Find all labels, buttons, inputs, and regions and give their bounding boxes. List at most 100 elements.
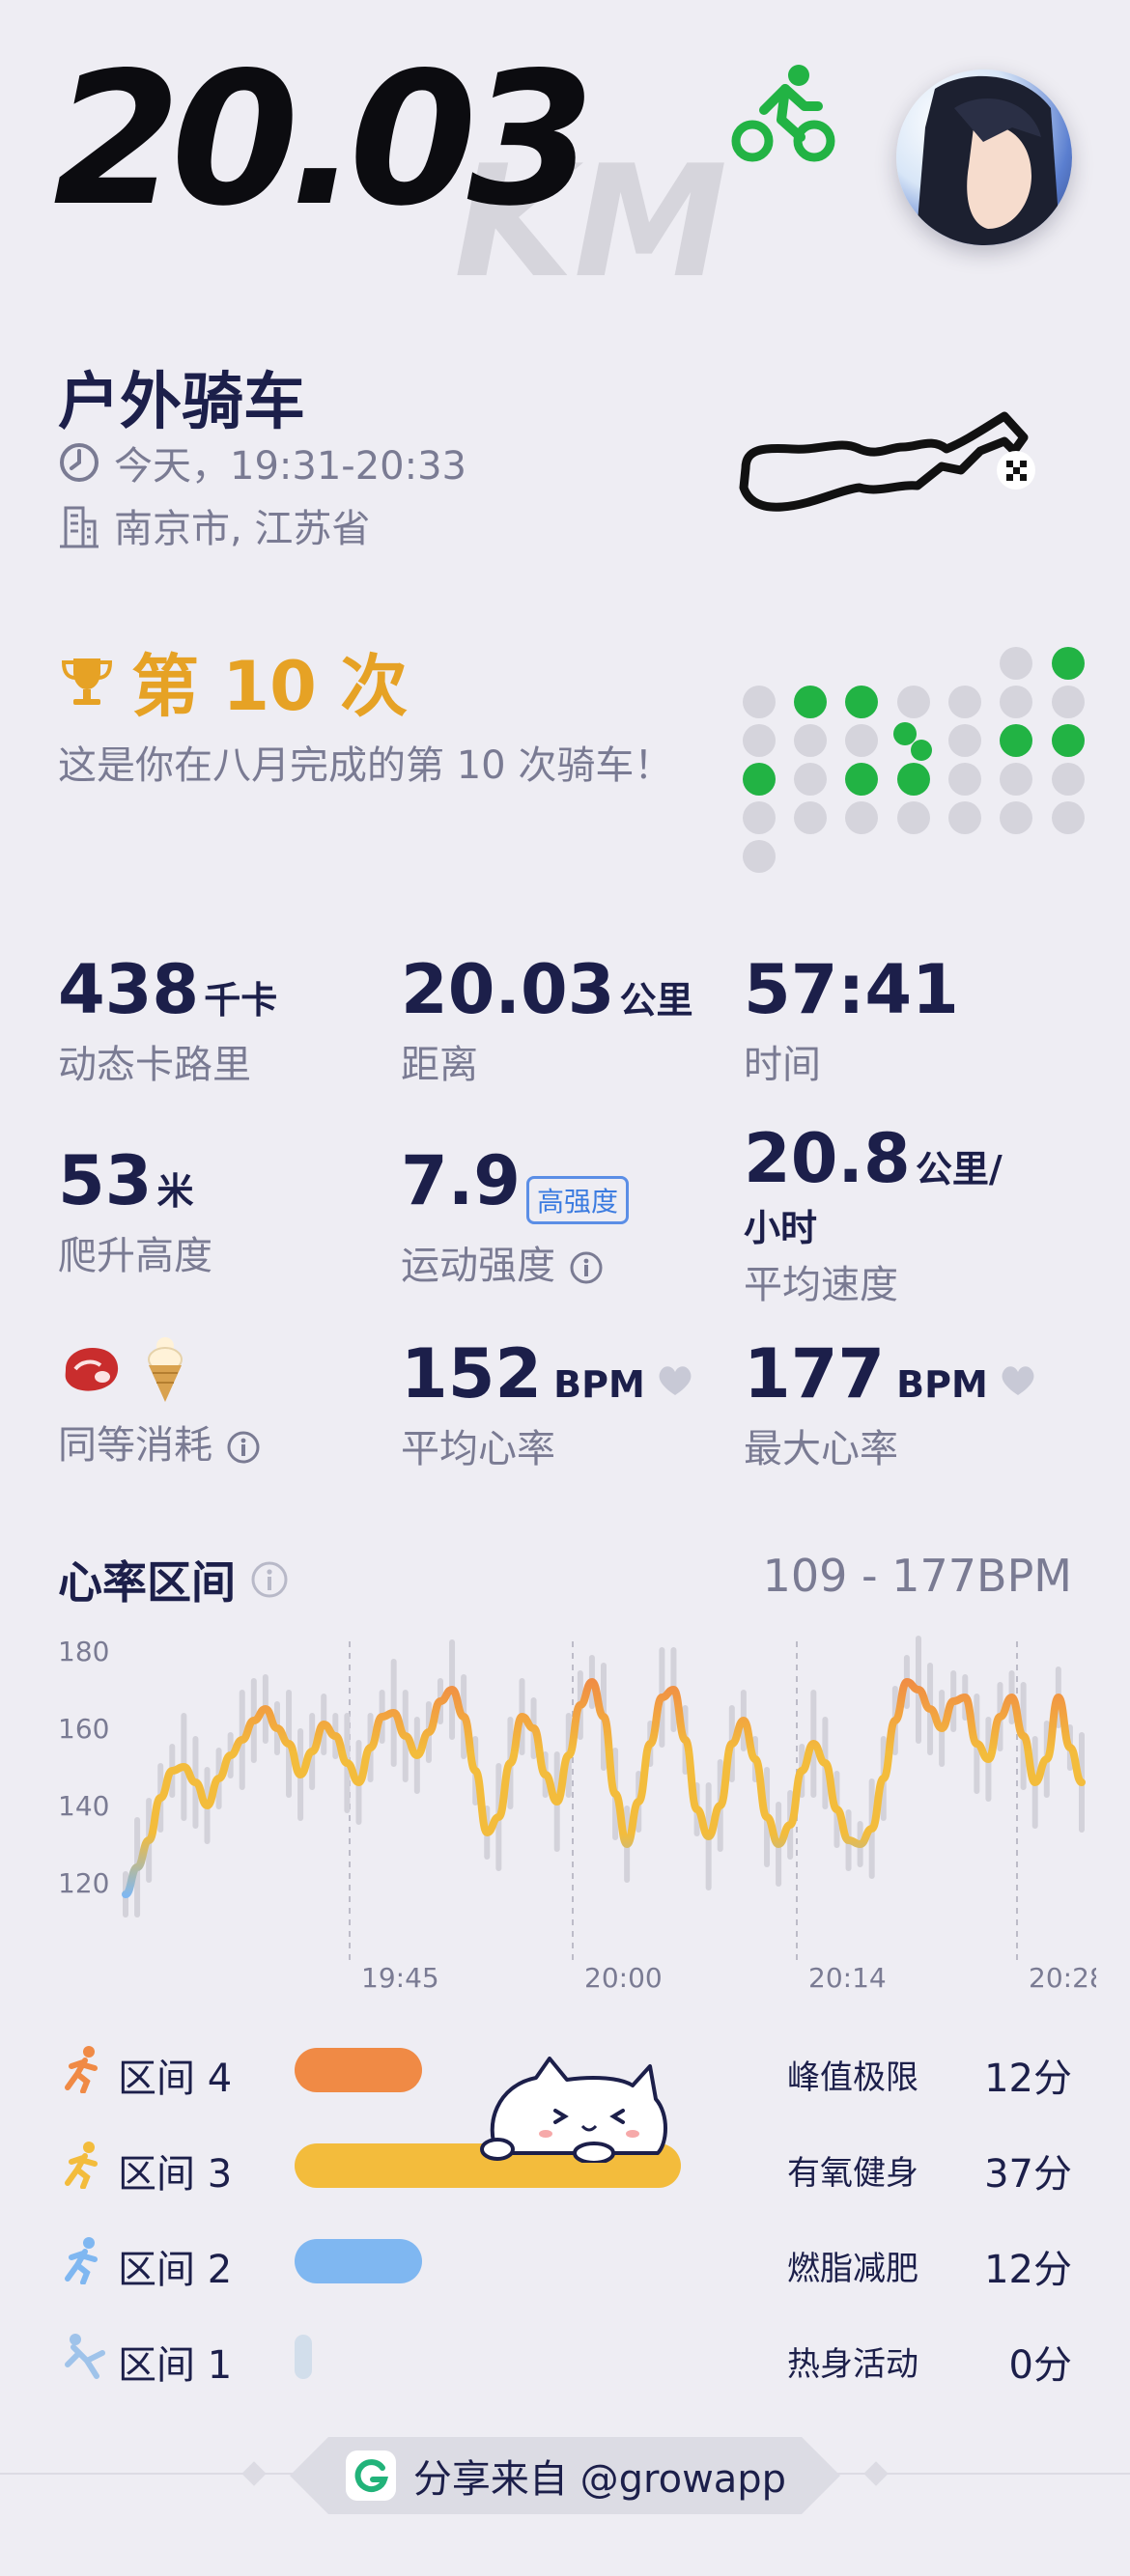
footer-diamond-left: [241, 2461, 267, 2486]
speed-label: 平均速度: [744, 1263, 898, 1307]
equivalent-label: 同等消耗: [58, 1423, 212, 1468]
zone-name: 区间 2: [118, 2248, 233, 2292]
elevation-label: 爬升高度: [58, 1234, 212, 1278]
stat-equivalent: 同等消耗: [58, 1334, 262, 1470]
stat-intensity: 7.9 高强度 运动强度: [401, 1147, 630, 1290]
bicycle-icon: [731, 65, 835, 162]
stat-speed: 20.8 公里/ 小时 平均速度: [744, 1125, 1003, 1309]
zone-time: 37分: [984, 2152, 1072, 2197]
zone-description: 峰值极限: [787, 2058, 918, 2097]
heart-rate-title: 心率区间: [58, 1556, 236, 1609]
heart-icon: [659, 1366, 692, 1395]
growapp-logo-icon: [345, 2450, 396, 2501]
distance-headline: 20.03: [53, 33, 595, 246]
footer-diamond-right: [863, 2461, 889, 2486]
activity-time-row: 今天，19:31-20:33: [58, 434, 466, 490]
avg-hr-unit: BPM: [553, 1363, 645, 1406]
activity-time: 今天，19:31-20:33: [114, 444, 466, 489]
calories-unit: 千卡: [204, 979, 278, 1022]
stat-avg-hr: 152 BPM 平均心率: [401, 1340, 693, 1473]
calories-label: 动态卡路里: [58, 1043, 251, 1087]
intensity-label: 运动强度: [401, 1243, 555, 1288]
zone-description: 热身活动: [787, 2345, 918, 2384]
zone-time: 12分: [984, 2057, 1072, 2101]
heart-rate-range: 109 - 177BPM: [762, 1550, 1072, 1602]
share-footer-text: 分享来自 @growapp: [412, 2457, 787, 2502]
ice-cream-icon: [148, 1337, 183, 1402]
achievement-title-row: 第 10 次: [58, 632, 408, 730]
speed-unit: 公里/: [915, 1148, 1003, 1190]
intensity-badge: 高强度: [526, 1175, 630, 1224]
jogging-icon: [58, 2141, 106, 2190]
achievement-description: 这是你在八月完成的第 10 次骑车！: [58, 743, 673, 788]
trophy-icon: [61, 658, 113, 705]
duration-label: 时间: [744, 1043, 821, 1087]
clock-icon: [60, 443, 99, 482]
zone-duration-bar: [295, 2335, 312, 2379]
max-hr-label: 最大心率: [744, 1427, 898, 1471]
avatar-illustration: [916, 75, 1060, 245]
speed-unit-line2: 小时: [744, 1207, 818, 1249]
info-icon[interactable]: [249, 1559, 290, 1600]
avg-hr-value: 152: [401, 1334, 543, 1414]
x-tick-label: 20:14: [808, 1962, 887, 1994]
x-tick-label: 20:28: [1029, 1962, 1096, 1994]
zone-name: 区间 1: [118, 2343, 233, 2388]
heart-rate-zone-row: 区间 1 热身活动 0分: [58, 2322, 1072, 2390]
heart-rate-zone-row: 区间 2 燃脂减肥 12分: [58, 2226, 1072, 2294]
stat-elevation: 53 米 爬升高度: [58, 1147, 212, 1280]
running-icon: [58, 2236, 106, 2285]
info-icon[interactable]: [568, 1249, 605, 1286]
distance-value: 20.03: [401, 950, 615, 1029]
heart-rate-line: [122, 1678, 1086, 1898]
route-map[interactable]: [734, 391, 1053, 526]
zone-name: 区间 3: [118, 2152, 233, 2197]
elevation-value: 53: [58, 1141, 153, 1220]
share-footer[interactable]: 分享来自 @growapp: [290, 2437, 840, 2514]
heart-rate-chart: 180 160 140 120 19:45 20:00 20:14 20:28: [58, 1636, 1096, 1994]
achievement-title: 第 10 次: [131, 647, 409, 726]
x-tick-label: 20:00: [584, 1962, 663, 1994]
avg-hr-label: 平均心率: [401, 1427, 555, 1471]
stat-duration: 57:41 时间: [744, 956, 959, 1089]
zone-time: 12分: [984, 2248, 1072, 2292]
zone-description: 燃脂减肥: [787, 2250, 918, 2288]
intensity-label-row: 运动强度: [401, 1234, 629, 1290]
zone-name: 区间 4: [118, 2057, 233, 2101]
steak-icon: [65, 1348, 119, 1391]
stat-distance: 20.03 公里 距离: [401, 956, 693, 1089]
duration-value: 57:41: [744, 950, 959, 1029]
distance-unit: 公里: [619, 979, 693, 1022]
heart-icon: [1002, 1366, 1034, 1395]
y-tick-label: 140: [58, 1790, 109, 1822]
calories-value: 438: [58, 950, 200, 1029]
monthly-activity-calendar: [743, 647, 1085, 873]
zone-time: 0分: [1008, 2343, 1072, 2388]
equivalent-label-row: 同等消耗: [58, 1414, 262, 1470]
zone-duration-bar: [295, 2239, 422, 2283]
building-icon: [60, 506, 99, 548]
stat-calories: 438 千卡 动态卡路里: [58, 956, 277, 1089]
activity-title: 户外骑车: [58, 367, 305, 438]
cat-sticker: [480, 2057, 667, 2163]
heart-rate-title-row: 心率区间: [58, 1548, 290, 1611]
speed-value: 20.8: [744, 1119, 911, 1198]
stretching-icon: [58, 2332, 106, 2380]
zone-description: 有氧健身: [787, 2154, 918, 2193]
activity-location: 南京市, 江苏省: [114, 507, 371, 551]
zone-duration-bar: [295, 2048, 422, 2092]
running-icon: [58, 2045, 106, 2094]
distance-label: 距离: [401, 1043, 478, 1087]
user-avatar[interactable]: [896, 70, 1072, 245]
max-hr-unit: BPM: [896, 1363, 988, 1406]
max-hr-value: 177: [744, 1334, 886, 1414]
y-tick-label: 160: [58, 1713, 109, 1745]
x-tick-label: 19:45: [361, 1962, 439, 1994]
activity-location-row: 南京市, 江苏省: [58, 497, 370, 553]
elevation-unit: 米: [156, 1170, 194, 1213]
stat-max-hr: 177 BPM 最大心率: [744, 1340, 1036, 1473]
intensity-value: 7.9: [401, 1141, 522, 1220]
y-tick-label: 180: [58, 1636, 109, 1667]
info-icon[interactable]: [225, 1429, 262, 1466]
y-tick-label: 120: [58, 1867, 109, 1899]
